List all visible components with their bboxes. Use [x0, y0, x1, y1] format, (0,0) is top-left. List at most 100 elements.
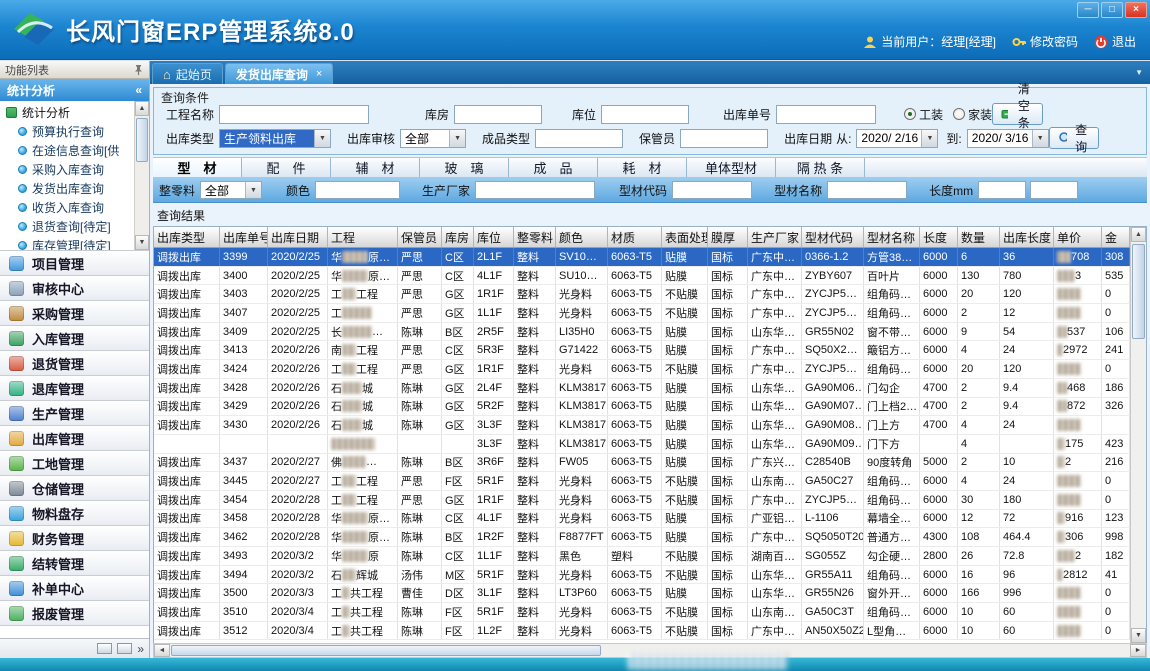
sidebar-module[interactable]: 补单中心: [0, 576, 149, 601]
table-row[interactable]: 调拨出库33992020/2/25华原…严思C区2L1F整料SV10…6063-…: [154, 248, 1130, 267]
scrollbar-thumb[interactable]: [171, 645, 601, 656]
close-button[interactable]: ×: [1125, 2, 1147, 18]
table-row[interactable]: 调拨出库34032020/2/25工工程严思G区1R1F整料光身料6063-T5…: [154, 285, 1130, 304]
minimize-button[interactable]: ─: [1077, 2, 1099, 18]
monitor-icon[interactable]: [117, 643, 132, 654]
sidebar-module[interactable]: 退库管理: [0, 376, 149, 401]
date-from-select[interactable]: 2020/ 2/16 ▼: [856, 129, 938, 148]
maximize-button[interactable]: □: [1101, 2, 1123, 18]
change-password-link[interactable]: 修改密码: [1012, 33, 1078, 50]
sidebar-module[interactable]: 审核中心: [0, 276, 149, 301]
table-row[interactable]: 调拨出库34132020/2/26南工程严思C区5R3F整料G714226063…: [154, 341, 1130, 360]
material-tab[interactable]: 玻 璃: [420, 158, 509, 177]
date-to-select[interactable]: 2020/ 3/16 ▼: [967, 129, 1049, 148]
outbound-type-select[interactable]: 生产领料出库 ▼: [219, 129, 331, 148]
tree-item[interactable]: 采购入库查询: [0, 160, 134, 179]
sidebar-module[interactable]: 物料盘存: [0, 501, 149, 526]
radio-work-decoration[interactable]: [904, 108, 916, 120]
sidebar-module[interactable]: 结转管理: [0, 551, 149, 576]
tab-list-caret-icon[interactable]: ▼: [1135, 68, 1143, 77]
dropdown-icon[interactable]: ▼: [449, 130, 465, 147]
tree-item[interactable]: 在途信息查询[供: [0, 141, 134, 160]
table-row[interactable]: 调拨出库34302020/2/26石城陈琳G区3L3F整料KLM38176063…: [154, 416, 1130, 435]
column-header[interactable]: 颜色: [556, 227, 608, 247]
scrollbar-thumb[interactable]: [136, 118, 148, 162]
keyboard-icon[interactable]: [97, 643, 112, 654]
tree-item[interactable]: 预算执行查询: [0, 122, 134, 141]
sidebar-module[interactable]: 入库管理: [0, 326, 149, 351]
table-row[interactable]: 调拨出库34002020/2/25华原…严思C区4L1F整料SU10…6063-…: [154, 267, 1130, 286]
tree-scrollbar[interactable]: ▲ ▼: [134, 101, 149, 250]
scroll-down-icon[interactable]: ▼: [1131, 628, 1146, 643]
material-tab[interactable]: 耗 材: [598, 158, 687, 177]
column-header[interactable]: 出库日期: [268, 227, 328, 247]
dropdown-icon[interactable]: ▼: [1032, 130, 1048, 147]
sidebar-module[interactable]: 工地管理: [0, 451, 149, 476]
product-type-input[interactable]: [535, 129, 623, 148]
scroll-up-icon[interactable]: ▲: [1131, 227, 1146, 242]
material-tab[interactable]: 配 件: [242, 158, 331, 177]
length-min-input[interactable]: [978, 181, 1026, 199]
dropdown-icon[interactable]: ▼: [245, 182, 261, 198]
column-header[interactable]: 膜厚: [708, 227, 748, 247]
radio-home-label[interactable]: 家装: [968, 106, 992, 123]
column-header[interactable]: 出库类型: [154, 227, 220, 247]
color-input[interactable]: [315, 181, 400, 199]
tab-close-icon[interactable]: ×: [316, 68, 322, 80]
length-max-input[interactable]: [1030, 181, 1078, 199]
column-header[interactable]: 工程: [328, 227, 398, 247]
search-button[interactable]: 查 询: [1049, 127, 1099, 149]
column-header[interactable]: 保管员: [398, 227, 442, 247]
table-row[interactable]: 调拨出库34242020/2/26工工程严思G区1R1F整料光身料6063-T5…: [154, 360, 1130, 379]
sidebar-module[interactable]: 仓储管理: [0, 476, 149, 501]
table-row[interactable]: 调拨出库34282020/2/26石城陈琳G区2L4F整料KLM38176063…: [154, 379, 1130, 398]
sidebar-module[interactable]: 退货管理: [0, 351, 149, 376]
material-tab[interactable]: 成 品: [509, 158, 598, 177]
table-row[interactable]: 调拨出库34092020/2/25长…陈琳B区2R5F整料LI35H06063-…: [154, 323, 1130, 342]
clear-conditions-button[interactable]: 清空条件: [992, 103, 1043, 125]
table-row[interactable]: 调拨出库34932020/3/2华原陈琳C区1L1F整料黑色塑料不贴膜国标湖南百…: [154, 547, 1130, 566]
project-name-input[interactable]: [219, 105, 369, 124]
profile-code-input[interactable]: [672, 181, 752, 199]
pin-icon[interactable]: [133, 64, 144, 76]
dropdown-icon[interactable]: ▼: [314, 130, 330, 147]
order-no-input[interactable]: [776, 105, 876, 124]
scroll-down-icon[interactable]: ▼: [135, 235, 149, 250]
column-header[interactable]: 出库单号: [220, 227, 268, 247]
column-header[interactable]: 型材名称: [864, 227, 920, 247]
column-header[interactable]: 单价: [1054, 227, 1102, 247]
sidebar-section-header[interactable]: 统计分析 «: [0, 79, 149, 101]
tree-item[interactable]: 收货入库查询: [0, 198, 134, 217]
dropdown-icon[interactable]: ▼: [921, 130, 937, 147]
table-row[interactable]: 调拨出库34372020/2/27佛…陈琳B区3R6F整料FW056063-T5…: [154, 454, 1130, 473]
sidebar-module[interactable]: 报废管理: [0, 601, 149, 626]
column-header[interactable]: 出库长度: [1000, 227, 1054, 247]
column-header[interactable]: 表面处理: [662, 227, 708, 247]
column-header[interactable]: 材质: [608, 227, 662, 247]
column-header[interactable]: 库位: [474, 227, 514, 247]
tab-shipping-outbound-query[interactable]: 发货出库查询 ×: [225, 63, 333, 84]
table-row[interactable]: 调拨出库34452020/2/27工工程严思F区5R1F整料光身料6063-T5…: [154, 472, 1130, 491]
table-row[interactable]: 调拨出库34072020/2/25工严思G区1L1F整料光身料6063-T5不贴…: [154, 304, 1130, 323]
material-tab[interactable]: 隔 热 条: [776, 158, 865, 177]
column-header[interactable]: 金: [1102, 227, 1130, 247]
scroll-right-icon[interactable]: ►: [1130, 644, 1146, 657]
column-header[interactable]: 整零料: [514, 227, 556, 247]
sidebar-module[interactable]: 采购管理: [0, 301, 149, 326]
scroll-left-icon[interactable]: ◄: [154, 644, 170, 657]
profile-name-input[interactable]: [827, 181, 907, 199]
logout-button[interactable]: 退出: [1094, 33, 1136, 50]
scrollbar-thumb[interactable]: [1132, 244, 1145, 339]
tab-start-page[interactable]: ⌂ 起始页: [152, 63, 223, 84]
column-header[interactable]: 数量: [958, 227, 1000, 247]
tree-root[interactable]: 统计分析: [0, 103, 134, 122]
expand-icon[interactable]: »: [137, 642, 144, 656]
tree-item[interactable]: 退货查询[待定]: [0, 217, 134, 236]
material-tab[interactable]: 辅 材: [331, 158, 420, 177]
keeper-input[interactable]: [680, 129, 768, 148]
whole-scrap-select[interactable]: 全部 ▼: [200, 181, 262, 199]
table-row[interactable]: 调拨出库34582020/2/28华原…陈琳C区4L1F整料光身料6063-T5…: [154, 510, 1130, 529]
material-tab[interactable]: 单体型材: [687, 158, 776, 177]
column-header[interactable]: 生产厂家: [748, 227, 802, 247]
radio-work-label[interactable]: 工装: [919, 106, 943, 123]
